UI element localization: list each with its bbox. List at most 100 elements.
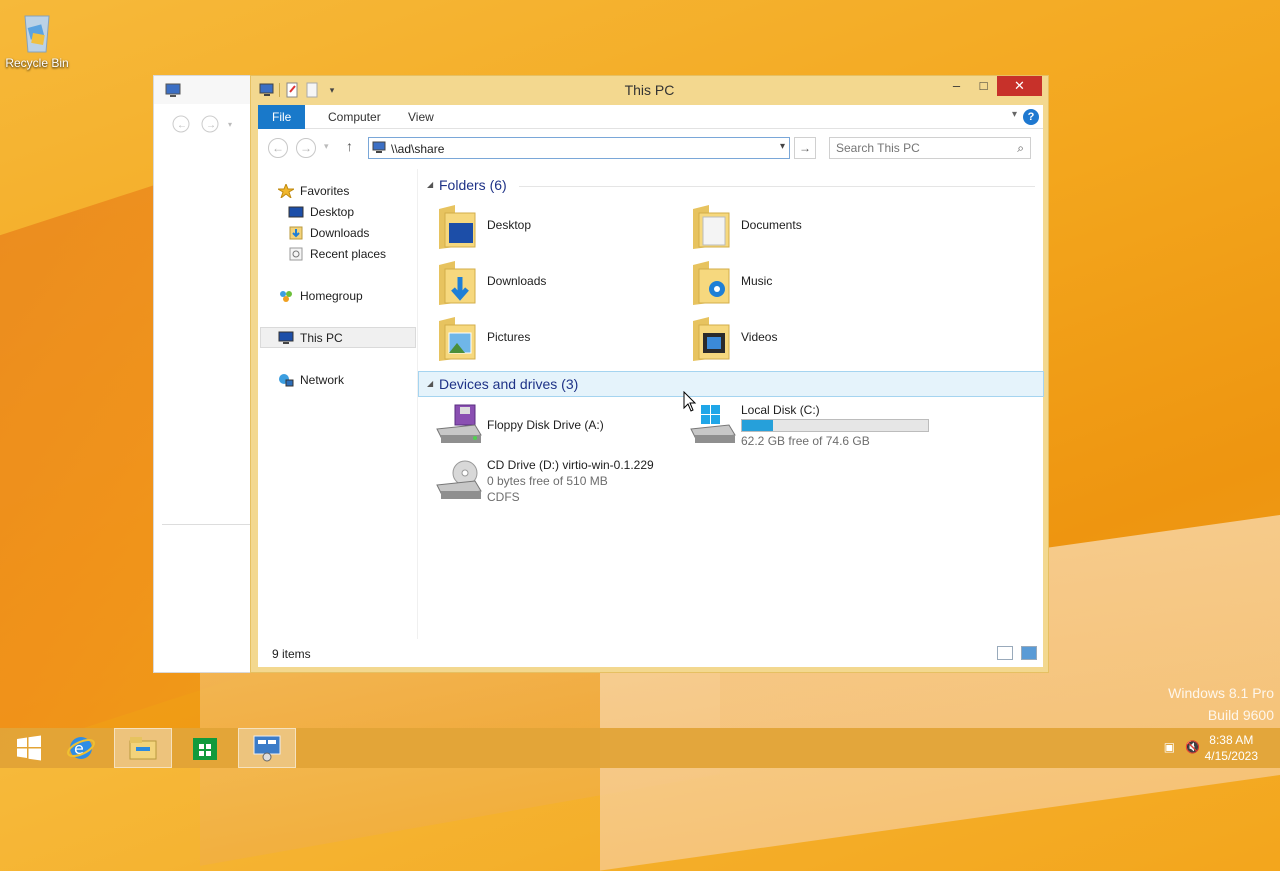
folders-group-label: Folders (6) [439,177,507,193]
clock-date: 4/15/2023 [1204,749,1258,763]
desktop-folder-icon [435,203,479,249]
search-box[interactable]: ⌕ [829,137,1031,159]
folder-music-label: Music [741,274,773,288]
maximize-button[interactable]: □ [970,76,997,96]
homegroup-icon [278,289,294,303]
folder-pictures[interactable]: Pictures [435,311,530,363]
recycle-bin-desktop-icon[interactable]: Recycle Bin [4,6,70,70]
floppy-drive-icon [435,403,482,447]
tab-file[interactable]: File [258,105,306,129]
store-icon [193,738,217,760]
pictures-folder-icon [435,315,479,361]
drive-local-disk-label: Local Disk (C:) [741,402,820,417]
address-dropdown-chevron-icon[interactable]: ▾ [780,141,785,152]
close-button[interactable]: ✕ [997,76,1042,96]
folder-desktop-label: Desktop [487,218,532,232]
item-count: 9 items [272,647,311,661]
content-pane: ◢ Folders (6) Desktop Documents Download… [418,169,1044,639]
drive-local-disk[interactable]: Local Disk (C:) 62.2 GB free of 74.6 GB [689,399,929,451]
folder-videos-label: Videos [741,330,778,344]
taskbar-internet-explorer[interactable]: e [52,728,110,768]
svg-text:▾: ▾ [228,120,232,129]
address-bar[interactable]: \\ad\share ▾ [368,137,790,159]
minimize-button[interactable]: – [943,76,970,96]
help-icon[interactable]: ? [1023,109,1039,125]
mouse-cursor-icon [683,391,697,412]
drive-cd[interactable]: CD Drive (D:) virtio-win-0.1.229 0 bytes… [435,455,654,507]
clock[interactable]: 8:38 AM 4/15/2023 [1205,732,1258,764]
drive-cd-label: CD Drive (D:) virtio-win-0.1.229 [487,458,654,472]
folders-group-header[interactable]: ◢ Folders (6) [419,173,1043,199]
disk-usage-fill [742,419,773,431]
volume-muted-icon[interactable]: 🔇 [1185,740,1200,754]
documents-folder-icon [689,203,733,249]
drive-cd-free: 0 bytes free of 510 MB [487,474,608,488]
folder-music[interactable]: Music [689,255,772,307]
nav-network-label: Network [300,373,345,387]
folder-documents-label: Documents [741,218,802,232]
nav-recent-places[interactable]: Recent places [288,244,386,264]
folder-desktop[interactable]: Desktop [435,199,531,251]
os-watermark: Windows 8.1 Pro Build 9600 [1168,682,1274,726]
tab-computer[interactable]: Computer [314,105,395,129]
large-icons-view-icon[interactable] [1021,646,1037,660]
taskbar-store[interactable] [176,728,234,768]
nav-homegroup[interactable]: Homegroup [278,286,363,306]
background-window[interactable]: ← → ▾ [153,75,253,673]
folder-videos[interactable]: Videos [689,311,777,363]
downloads-icon [288,226,304,240]
window-title: This PC [624,82,675,98]
search-input[interactable] [830,138,1000,158]
nav-desktop[interactable]: Desktop [288,202,354,222]
forward-button[interactable]: → [296,138,316,158]
videos-folder-icon [689,315,733,361]
tab-view[interactable]: View [394,105,448,129]
nav-this-pc[interactable]: This PC [278,328,343,348]
cd-drive-icon [435,459,482,503]
devices-group-label: Devices and drives (3) [439,376,579,392]
nav-favorites-label: Favorites [300,184,350,198]
system-tray: ▣ 🔇 [1164,740,1200,754]
taskbar-remote-app[interactable] [238,728,296,768]
file-explorer-icon [129,737,157,760]
devices-group-header[interactable]: ◢ Devices and drives (3) [418,371,1044,397]
nav-downloads[interactable]: Downloads [288,223,369,243]
music-folder-icon [689,259,733,305]
drive-cd-filesystem: CDFS [487,490,520,504]
recycle-bin-label: Recycle Bin [5,56,69,70]
recent-locations-chevron-icon[interactable]: ▾ [324,141,329,152]
status-bar: 9 items [258,641,1043,667]
network-status-icon[interactable]: ▣ [1164,740,1175,754]
details-view-icon[interactable] [997,646,1013,660]
downloads-folder-icon [435,259,479,305]
network-icon [278,373,294,387]
background-window-titlebar [154,76,252,104]
windows-logo-icon [17,735,41,761]
watermark-build: Build 9600 [1207,707,1274,723]
nav-network[interactable]: Network [278,370,344,390]
address-row: ← → ▾ ↑ \\ad\share ▾ → ⌕ [258,135,1043,161]
folder-documents[interactable]: Documents [689,199,802,251]
up-button[interactable]: ↑ [346,138,353,154]
folder-downloads[interactable]: Downloads [435,255,546,307]
nav-favorites[interactable]: Favorites [276,181,350,201]
folder-downloads-label: Downloads [487,274,547,288]
nav-desktop-label: Desktop [310,205,355,219]
search-icon[interactable]: ⌕ [1017,141,1024,156]
explorer-window[interactable]: ▾ This PC – □ ✕ File Computer View ▾ ? ←… [250,75,1049,673]
titlebar[interactable]: ▾ This PC – □ ✕ [251,76,1048,104]
go-button[interactable]: → [794,137,816,159]
nav-homegroup-label: Homegroup [300,289,363,303]
collapse-triangle-icon[interactable]: ◢ [427,180,433,189]
expand-ribbon-chevron-icon[interactable]: ▾ [1012,109,1017,120]
collapse-triangle-icon[interactable]: ◢ [427,379,433,388]
ribbon: File Computer View ▾ ? [258,105,1043,129]
back-button[interactable]: ← [268,138,288,158]
taskbar-file-explorer[interactable] [114,728,172,768]
computer-icon [372,141,386,153]
start-button[interactable] [0,728,58,768]
internet-explorer-icon: e [67,737,95,759]
svg-text:→: → [206,120,216,131]
drive-floppy[interactable]: Floppy Disk Drive (A:) [435,399,604,451]
drive-local-disk-free: 62.2 GB free of 74.6 GB [741,433,870,448]
